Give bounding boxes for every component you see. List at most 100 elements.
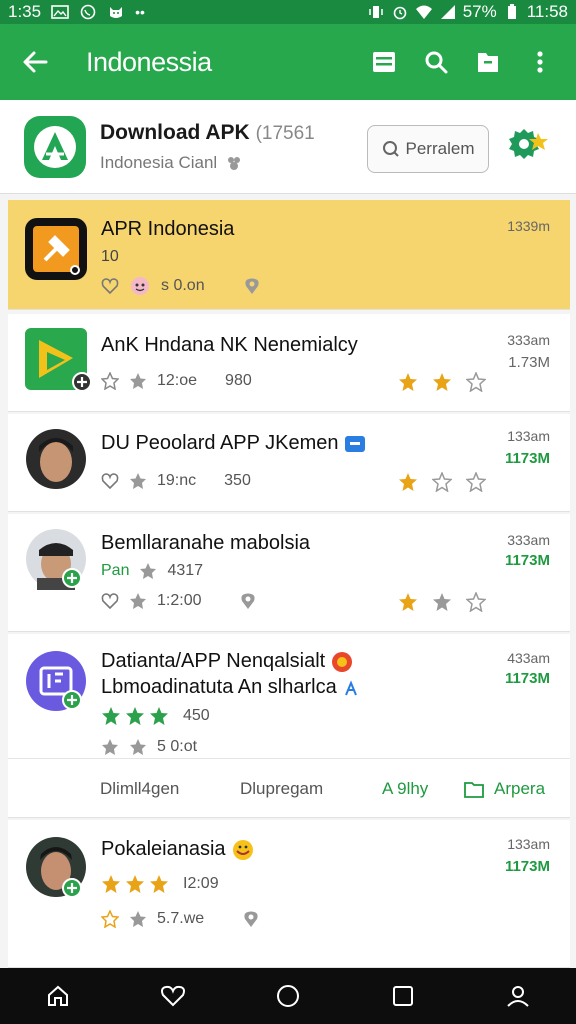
item-title: Bemllaranahe mabolsia <box>101 532 311 554</box>
header-version: (17561 <box>255 122 315 144</box>
status-bar: 1:35 •• 57% 11:58 <box>0 0 576 24</box>
heart-outline-icon <box>101 593 119 610</box>
list-view-button[interactable] <box>358 36 410 88</box>
vibrate-icon <box>367 4 385 20</box>
status-time-left: 1:35 <box>8 2 42 21</box>
alarm-icon <box>391 4 409 20</box>
item-size: 1173M <box>504 670 550 687</box>
item-actions-bar: Dlimll4gen Dlupregam A 9lhy Arpera <box>8 758 570 818</box>
action-link[interactable]: Dlupregam <box>240 779 323 799</box>
item-title-text: Datianta/APP Nenqalsialt <box>101 650 326 672</box>
list-item[interactable]: DU Peoolard APP JKemen 19:nc 350 133am 1… <box>8 414 570 512</box>
star-half-icon <box>399 473 417 491</box>
star-outline-icon <box>432 472 452 492</box>
heart-outline-icon <box>101 278 119 295</box>
back-button[interactable] <box>0 24 70 100</box>
star-icon <box>150 707 168 725</box>
star-icon <box>433 593 451 611</box>
item-subtitle: 10 <box>101 248 119 265</box>
star-icon <box>102 707 120 725</box>
star-icon <box>126 875 144 893</box>
emoji-icon <box>233 839 254 860</box>
circle-home-button[interactable] <box>264 972 312 1020</box>
apk-logo-icon <box>24 115 86 178</box>
action-button[interactable]: Arpera <box>464 779 545 799</box>
search-apk-button[interactable]: Perralem <box>367 125 489 173</box>
image-notification-icon <box>51 4 69 20</box>
item-count: 980 <box>225 372 252 389</box>
cat-icon <box>107 4 125 20</box>
add-badge-icon[interactable] <box>72 372 92 392</box>
folder-button[interactable] <box>462 36 514 88</box>
app-icon <box>25 218 87 280</box>
star-icon <box>130 739 146 755</box>
search-icon <box>382 141 399 157</box>
item-rating: I2:09 <box>183 875 219 892</box>
item-meta: s 0.on <box>161 277 205 294</box>
action-link[interactable]: A 9lhy <box>382 779 428 799</box>
list-item[interactable]: Pokaleianasia I2:09 5.7.we 133am 1173M <box>8 820 570 968</box>
battery-percent: 57% <box>462 2 497 21</box>
star-icon <box>150 875 168 893</box>
app-header-card: Download APK (17561 Indonesia Cianl Perr… <box>0 100 576 194</box>
group-icon <box>228 156 241 170</box>
star-icon <box>130 593 146 609</box>
home-icon <box>47 985 68 1006</box>
location-icon <box>245 278 259 294</box>
item-meta: 19:nc <box>157 472 197 489</box>
more-notifications-icon: •• <box>135 4 145 20</box>
item-title: DU Peoolard APP JKemen <box>101 432 366 455</box>
profile-nav-button[interactable] <box>494 972 542 1020</box>
action-button-label: Arpera <box>494 778 546 798</box>
list-item[interactable]: APR Indonesia 10 s 0.on 1339m <box>8 200 570 310</box>
item-title-line2: Lbmoadinatuta An slharlca <box>101 676 360 699</box>
list-item[interactable]: AnK Hndana NK Nenemialcy 12:oe 980 333am… <box>8 314 570 412</box>
more-vertical-icon <box>537 51 543 73</box>
square-icon <box>393 986 414 1006</box>
home-nav-button[interactable] <box>34 972 82 1020</box>
search-icon <box>425 51 448 74</box>
add-badge-icon[interactable] <box>62 690 82 710</box>
header-title-text: Download APK <box>100 120 250 144</box>
item-title: APR Indonesia <box>101 218 235 240</box>
star-icon <box>130 911 146 927</box>
add-badge-icon[interactable] <box>62 878 82 898</box>
item-time: 333am <box>507 332 550 348</box>
action-link[interactable]: Dlimll4gen <box>100 779 179 799</box>
battery-icon <box>503 4 521 20</box>
folder-icon <box>478 53 498 72</box>
heart-icon <box>160 985 185 1007</box>
search-apk-button-label: Perralem <box>405 139 475 158</box>
list-item[interactable]: Bemllaranahe mabolsia Pan 4317 1:2:00 33… <box>8 514 570 632</box>
favorites-nav-button[interactable] <box>149 972 197 1020</box>
circle-icon <box>276 985 299 1007</box>
star-half-icon <box>399 373 417 391</box>
header-subtitle: Indonesia Cianl <box>100 152 218 172</box>
avatar <box>25 428 87 490</box>
add-badge-icon[interactable] <box>62 568 82 588</box>
more-options-button[interactable] <box>514 36 566 88</box>
item-subtitle: Pan <box>101 562 130 579</box>
wifi-icon <box>415 4 433 20</box>
recents-nav-button[interactable] <box>379 972 427 1020</box>
item-time: 1339m <box>507 218 550 234</box>
star-outline-icon <box>466 372 486 392</box>
page-title: Indonessia <box>86 46 212 77</box>
item-title: Pokaleianasia <box>101 838 255 861</box>
search-button[interactable] <box>410 36 462 88</box>
star-outline-icon <box>101 910 119 928</box>
settings-badge-icon[interactable] <box>508 127 552 163</box>
item-time: 333am <box>507 532 550 548</box>
chat-badge-icon <box>345 435 366 452</box>
star-half-icon <box>399 593 417 611</box>
location-icon <box>244 911 258 927</box>
system-nav-bar <box>0 968 576 1024</box>
item-meta: 12:oe <box>157 372 198 389</box>
item-count: 350 <box>224 472 251 489</box>
app-bar: Indonessia <box>0 24 576 100</box>
list-item[interactable]: Datianta/APP Nenqalsialt Lbmoadinatuta A… <box>8 634 570 818</box>
item-title: Datianta/APP Nenqalsialt <box>101 650 353 673</box>
arrow-left-icon <box>23 51 48 73</box>
sparkle-icon <box>345 680 358 696</box>
star-icon <box>102 739 118 755</box>
